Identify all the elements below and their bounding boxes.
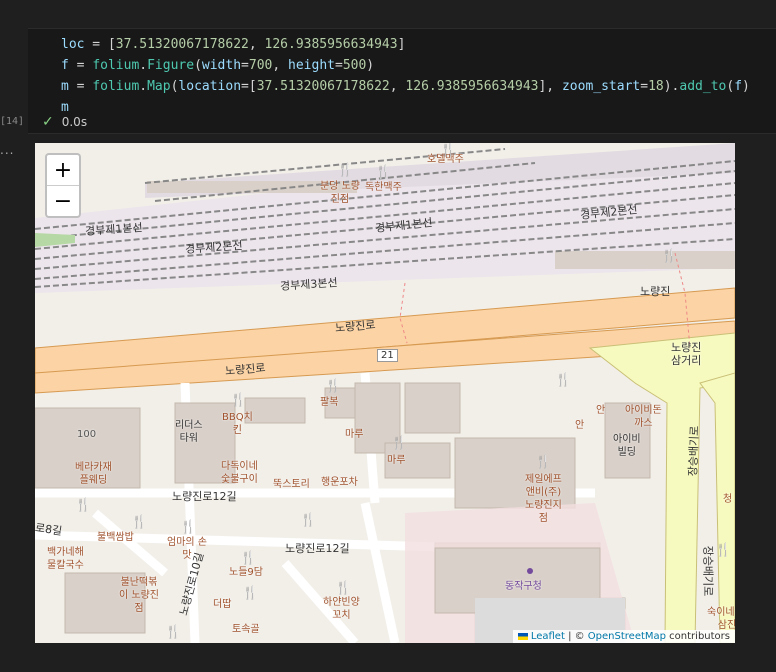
poi-label: 마루: [387, 455, 406, 466]
output-more-icon[interactable]: ...: [0, 143, 14, 157]
place-label: 100: [77, 429, 97, 440]
road-label: 노량진로12길: [285, 542, 350, 555]
poi-label: 제일에프 앤비(주) 노량진지 점: [525, 474, 562, 524]
restaurant-icon[interactable]: 🍴: [535, 455, 551, 470]
restaurant-icon[interactable]: 🍴: [325, 379, 341, 394]
zoom-control: + −: [45, 153, 81, 218]
restaurant-icon[interactable]: 🍴: [555, 373, 571, 388]
poi-label: 불난떡볶 이 노량진 점: [119, 577, 159, 614]
poi-label: 노들9담: [229, 567, 263, 578]
poi-label: 불백쌈밥: [97, 532, 134, 543]
code-line[interactable]: f = folium.Figure(width=700, height=500): [61, 55, 750, 76]
code-line[interactable]: m = folium.Map(location=[37.513200671786…: [61, 76, 750, 97]
place-label: 리더스 타워: [175, 420, 203, 444]
place-label: 아이비 빌딩: [613, 434, 641, 458]
poi-label: 안: [575, 420, 585, 431]
place-label: 노량진: [640, 285, 671, 298]
poi-label: 뚝스토리: [273, 479, 310, 490]
place-label: 노량진 삼거리: [671, 341, 702, 367]
restaurant-icon[interactable]: 🍴: [240, 551, 256, 566]
osm-link[interactable]: OpenStreetMap: [588, 631, 666, 642]
restaurant-icon[interactable]: 🍴: [661, 249, 677, 264]
restaurant-icon[interactable]: 🍴: [375, 165, 391, 180]
poi-label: 마루: [345, 429, 364, 440]
poi-label: 청: [723, 494, 733, 505]
restaurant-icon[interactable]: 🍴: [180, 520, 196, 535]
ukraine-flag-icon: [517, 632, 528, 640]
attribution-separator: | ©: [564, 631, 588, 642]
poi-label: 베라카재 플웨딩: [75, 462, 112, 486]
poi-label: 숙이네 냉 삼진: [707, 607, 735, 631]
zoom-in-button[interactable]: +: [47, 155, 79, 185]
road-label: 장승배기로: [686, 425, 702, 477]
map-view[interactable]: 경부제1본선 경부제2본선 경부제3본선 경부제1본선 경부제2본선 노량진로 …: [35, 143, 735, 643]
poi-label: 다독이네 숯불구이: [221, 461, 258, 485]
restaurant-icon[interactable]: 🍴: [391, 436, 407, 451]
restaurant-icon[interactable]: 🍴: [131, 515, 147, 530]
poi-label: 더땁: [213, 599, 232, 610]
poi-label: 안: [596, 405, 606, 416]
execution-count: [14]: [0, 116, 25, 127]
cell-status: ✓ 0.0s: [42, 114, 87, 130]
restaurant-icon[interactable]: 🍴: [230, 393, 246, 408]
code-editor[interactable]: loc = [37.51320067178622, 126.9385956634…: [61, 34, 750, 118]
poi-label: 아이비돈 까스: [625, 405, 662, 429]
poi-label: 하얀빈양 꼬치: [323, 597, 360, 621]
check-icon: ✓: [42, 114, 54, 130]
restaurant-icon[interactable]: 🍴: [165, 625, 181, 640]
code-line[interactable]: loc = [37.51320067178622, 126.9385956634…: [61, 34, 750, 55]
restaurant-icon[interactable]: 🍴: [75, 498, 91, 513]
restaurant-icon[interactable]: 🍴: [242, 586, 258, 601]
road-label: 로8길: [35, 521, 63, 538]
map-attribution: Leaflet | © OpenStreetMap contributors: [512, 630, 735, 643]
restaurant-icon[interactable]: 🍴: [715, 543, 731, 558]
route-number: 21: [377, 349, 398, 362]
status-time: 0.0s: [61, 115, 88, 129]
poi-label: 행운포차: [321, 477, 358, 488]
restaurant-icon[interactable]: 🍴: [440, 143, 456, 158]
zoom-out-button[interactable]: −: [47, 185, 79, 216]
poi-label: 엄마의 손 맛: [167, 537, 207, 561]
poi-label: 분당 노량 진점: [320, 181, 360, 205]
code-cell[interactable]: loc = [37.51320067178622, 126.9385956634…: [28, 28, 776, 134]
poi-label: BBQ치 킨: [222, 412, 253, 436]
attribution-tail: contributors: [666, 631, 730, 642]
poi-label: 독한맥주: [365, 182, 402, 193]
poi-label: 토속골: [232, 624, 260, 635]
poi-label: 백가네해 물칼국수: [47, 547, 84, 571]
road-label: 노량진로12길: [172, 490, 237, 503]
restaurant-icon[interactable]: 🍴: [335, 581, 351, 596]
code-line[interactable]: m: [61, 97, 750, 118]
place-label: 동작구청: [505, 581, 542, 592]
road-label: 장승배기로: [701, 545, 715, 597]
leaflet-link[interactable]: Leaflet: [531, 631, 565, 642]
restaurant-icon[interactable]: 🍴: [337, 163, 353, 178]
restaurant-icon[interactable]: 🍴: [300, 513, 316, 528]
poi-label: 팔복: [320, 397, 339, 408]
